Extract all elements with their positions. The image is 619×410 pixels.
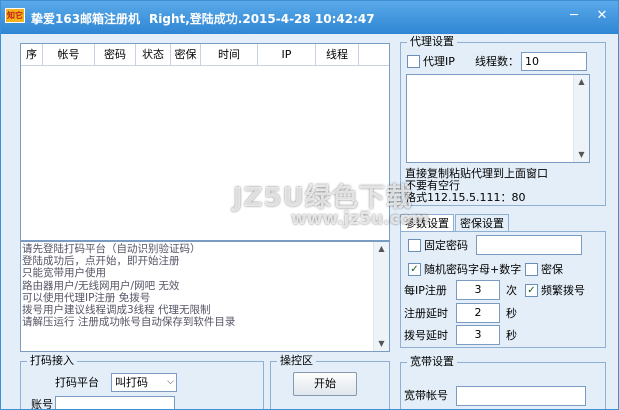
platform-select[interactable]: 叫打码 ⌵ [111, 373, 177, 392]
threads-label: 线程数： [475, 55, 519, 68]
app-window: 知它 挚爱163邮箱注册机 Right,登陆成功.2015-4-28 10:42… [0, 0, 619, 410]
control-group: 操控区 开始 [270, 354, 390, 409]
platform-value: 叫打码 [115, 376, 148, 389]
per-ip-label: 每IP注册 [404, 284, 447, 297]
proxy-list-scrollbar[interactable]: ▲ ▼ [573, 75, 589, 162]
reg-delay-unit: 秒 [506, 307, 517, 320]
use-proxy-label: 代理IP [423, 55, 455, 68]
scroll-up-icon[interactable]: ▲ [574, 75, 589, 89]
scroll-down-icon[interactable]: ▼ [374, 337, 389, 351]
security-checkbox[interactable] [525, 263, 538, 276]
chevron-down-icon[interactable]: ⌵ [167, 374, 174, 391]
window-title: 挚爱163邮箱注册机 [31, 12, 141, 26]
params-panel: 固定密码 ✓ 随机密码字母+数字 密保 每IP注册 3 次 ✓ 频繁拨号 注册延… [400, 231, 606, 348]
captcha-group: 打码接入 打码平台 叫打码 ⌵ 账号 [20, 354, 264, 410]
minimize-button[interactable]: ─ [561, 7, 587, 25]
proxy-group: 代理设置 代理IP 线程数： 10 ▲ ▼ 直接复制粘贴代理到上面窗口 不要有空… [400, 35, 606, 206]
log-line: 请先登陆打码平台（自动识别验证码） [22, 243, 201, 255]
fixed-password-input[interactable] [476, 235, 582, 255]
frequent-dial-label: 频繁拨号 [541, 284, 585, 297]
login-status: Right,登陆成功.2015-4-28 10:42:47 [149, 12, 375, 26]
log-line: 只能宽带用户使用 [22, 267, 106, 280]
log-lines: 请先登陆打码平台（自动识别验证码） 登陆成功后，点开始，即开始注册 只能宽带用户… [22, 243, 372, 328]
control-group-title: 操控区 [277, 354, 316, 368]
proxy-hint-format: 格式112.15.5.111：80 [405, 191, 526, 204]
broadband-group: 宽带设置 宽带帐号 [400, 355, 606, 409]
log-scrollbar[interactable]: ▲ ▼ [373, 242, 389, 351]
tab-security[interactable]: 密保设置 [455, 214, 509, 232]
reg-delay-label: 注册延时 [404, 307, 448, 320]
broadband-account-input[interactable] [456, 386, 586, 406]
frequent-dial-checkbox[interactable]: ✓ [525, 284, 538, 297]
captcha-group-title: 打码接入 [27, 354, 77, 368]
log-line: 拨号用户建议线程调成3线程 代理无限制 [22, 304, 211, 317]
per-ip-input[interactable]: 3 [456, 280, 500, 300]
broadband-group-title: 宽带设置 [407, 355, 457, 369]
log-line: 登陆成功后，点开始，即开始注册 [22, 255, 180, 268]
col-account[interactable]: 帐号 [43, 44, 95, 66]
col-status[interactable]: 状态 [136, 44, 171, 66]
dial-delay-unit: 秒 [506, 329, 517, 342]
log-line: 请解压运行 注册成功帐号自动保存到软件目录 [22, 316, 236, 329]
log-line: 路由器用户/无线网用户/网吧 无效 [22, 279, 180, 292]
random-password-checkbox[interactable]: ✓ [408, 263, 421, 276]
info-log[interactable]: 请先登陆打码平台（自动识别验证码） 登陆成功后，点开始，即开始注册 只能宽带用户… [20, 241, 390, 352]
dial-delay-input[interactable]: 3 [456, 325, 500, 345]
threads-input[interactable]: 10 [521, 52, 587, 71]
proxy-group-title: 代理设置 [407, 35, 457, 49]
scroll-up-icon[interactable]: ▲ [374, 242, 389, 256]
close-button[interactable]: ✕ [589, 7, 615, 25]
proxy-list-textarea[interactable]: ▲ ▼ [406, 74, 590, 163]
reg-delay-input[interactable]: 2 [456, 303, 500, 323]
watermark-url: www.jz5u.com [291, 209, 430, 229]
dial-delay-label: 拨号延时 [404, 329, 448, 342]
use-proxy-checkbox[interactable] [407, 55, 420, 68]
scroll-down-icon[interactable]: ▼ [574, 148, 589, 162]
captcha-account-label: 账号 [31, 398, 53, 410]
col-password[interactable]: 密码 [95, 44, 136, 66]
col-security[interactable]: 密保 [171, 44, 201, 66]
app-logo-icon: 知它 [5, 8, 25, 23]
platform-label: 打码平台 [55, 376, 99, 389]
start-button[interactable]: 开始 [293, 372, 357, 396]
broadband-account-label: 宽带帐号 [404, 389, 448, 402]
col-time[interactable]: 时间 [201, 44, 258, 66]
random-password-label: 随机密码字母+数字 [424, 263, 522, 276]
per-ip-unit: 次 [506, 284, 517, 297]
log-line: 可以使用代理IP注册 免拨号 [22, 291, 151, 304]
table-header: 序 帐号 密码 状态 密保 时间 IP 线程 [21, 44, 389, 66]
title-bar[interactable]: 知它 挚爱163邮箱注册机 Right,登陆成功.2015-4-28 10:42… [1, 1, 618, 34]
security-label: 密保 [541, 263, 563, 276]
col-ip[interactable]: IP [258, 44, 316, 66]
fixed-password-label: 固定密码 [424, 239, 468, 252]
fixed-password-checkbox[interactable] [408, 239, 421, 252]
captcha-account-input[interactable] [55, 396, 175, 409]
col-index[interactable]: 序 [21, 44, 43, 66]
col-thread[interactable]: 线程 [316, 44, 359, 66]
